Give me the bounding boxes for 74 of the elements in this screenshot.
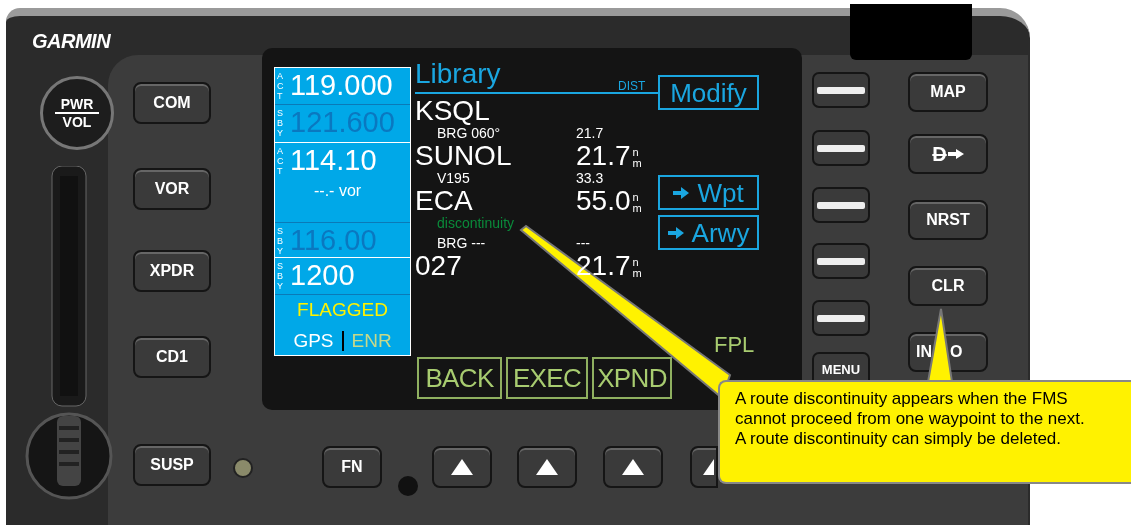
key-bar-icon <box>817 257 865 265</box>
softkey-button[interactable] <box>517 446 577 488</box>
waypoint-name: SUNOL <box>415 141 513 171</box>
triangle-icon <box>702 458 714 476</box>
unit-text: m <box>632 268 642 279</box>
callout-text: A route discontinuity appears when the FMS cannot proceed from one waypoint to the next. A route discontinuity can simply be deleted. <box>735 389 1086 449</box>
distance-text: 21.7 <box>576 251 631 281</box>
nav-ident-text: --.- vor <box>314 180 363 201</box>
leg-label: BRG 060° <box>436 126 502 141</box>
line-select-key[interactable] <box>812 243 870 279</box>
key-button[interactable]: MAP <box>908 72 988 112</box>
waypoint-name: ECA <box>415 186 474 216</box>
unit-text: n <box>632 257 640 268</box>
knob-label: PWR <box>60 96 94 112</box>
key-button[interactable]: VOR <box>133 168 211 210</box>
leg-distance: 21.7 <box>576 126 604 141</box>
up-triangle-icon <box>450 458 474 476</box>
distance-text: 55.0 <box>576 186 631 216</box>
soft-button[interactable]: Wpt <box>658 175 759 210</box>
page-name: FPL <box>714 331 755 359</box>
frequency-text: 114.10 <box>290 142 377 177</box>
discontinuity-text: discontinuity <box>436 216 516 233</box>
soft-button[interactable]: Arwy <box>658 215 759 250</box>
unit-text: m <box>632 203 642 214</box>
leg-label: BRG --- <box>436 236 487 251</box>
key-button[interactable]: FN <box>322 446 382 488</box>
key-button[interactable]: D <box>908 134 988 174</box>
key-button[interactable]: XPDR <box>133 250 211 292</box>
page-title: Library <box>415 58 501 90</box>
channel-tag: ACT <box>277 145 286 176</box>
key-bar-icon <box>817 144 865 152</box>
line-select-key[interactable] <box>812 300 870 336</box>
key-bar-icon <box>817 201 865 209</box>
unit-text: m <box>632 158 642 169</box>
softkey-button[interactable] <box>690 446 718 488</box>
column-header: DIST <box>618 78 646 95</box>
distance-text: 21.7 <box>576 141 631 171</box>
line-select-key[interactable] <box>812 72 870 108</box>
key-button[interactable]: SUSP <box>133 444 211 486</box>
frequency-text: 1200 <box>290 257 355 292</box>
line-select-key[interactable] <box>812 187 870 223</box>
key-bar-icon <box>817 314 865 322</box>
status-text: FLAGGED <box>297 297 388 322</box>
knob-label: VOL <box>62 114 92 130</box>
soft-key-label[interactable]: EXEC <box>506 357 588 399</box>
frequency-text: 119.000 <box>290 68 393 102</box>
key-button[interactable]: CLR <box>908 266 988 306</box>
nav-source-text: GPS <box>293 328 334 353</box>
brand-logo: GARMIN <box>32 29 111 54</box>
soft-button[interactable]: Modify <box>658 75 759 110</box>
up-triangle-icon <box>621 458 645 476</box>
up-triangle-icon <box>535 458 559 476</box>
channel-tag: SBY <box>277 260 286 291</box>
leg-label: V195 <box>436 171 471 186</box>
key-button[interactable]: COM <box>133 82 211 124</box>
softkey-button[interactable] <box>603 446 663 488</box>
softkey-button[interactable] <box>432 446 492 488</box>
unit-text: n <box>632 147 640 158</box>
key-button[interactable]: NRST <box>908 200 988 240</box>
leg-distance: --- <box>576 236 590 251</box>
channel-tag: SBY <box>277 107 286 138</box>
key-button[interactable]: CD1 <box>133 336 211 378</box>
line-select-key[interactable] <box>812 130 870 166</box>
waypoint-name: 027 <box>415 251 463 281</box>
flight-phase-text: ENR <box>351 328 392 353</box>
waypoint-name: KSQL <box>415 96 491 126</box>
channel-tag: ACT <box>277 71 286 101</box>
soft-key-label[interactable]: BACK <box>417 357 502 399</box>
arrow-icon <box>947 149 964 159</box>
unit-text: n <box>632 192 640 203</box>
channel-tag: SBY <box>277 225 286 256</box>
leg-distance: 33.3 <box>576 171 604 186</box>
soft-key-label[interactable]: XPND <box>592 357 672 399</box>
key-bar-icon <box>817 86 865 94</box>
